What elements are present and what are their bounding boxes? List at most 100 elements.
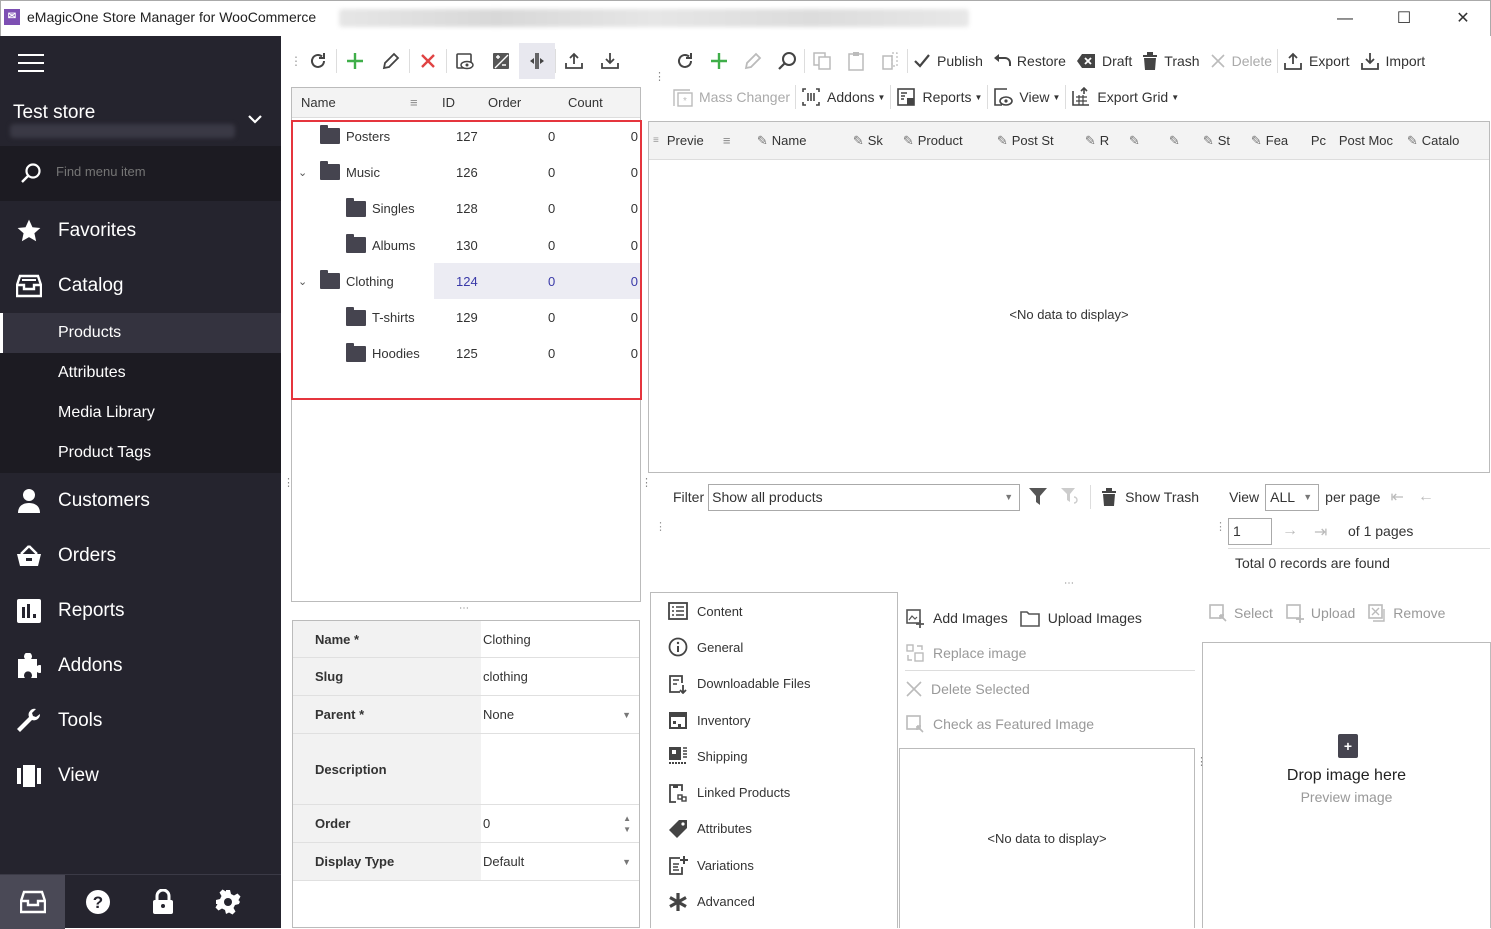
copy-button[interactable]	[805, 43, 839, 79]
show-trash-button[interactable]: Show Trash	[1101, 488, 1199, 506]
column-header-preview[interactable]: Previe	[667, 133, 723, 148]
sidebar-subitem-media-library[interactable]: Media Library	[0, 393, 281, 433]
column-header-name[interactable]: ✎ Name	[757, 133, 853, 149]
split-button[interactable]	[519, 43, 555, 79]
column-header-name[interactable]: Name	[292, 95, 410, 110]
add-button[interactable]	[702, 43, 736, 79]
tab-shipping[interactable]: Shipping	[651, 738, 897, 774]
tab-linked-products[interactable]: Linked Products	[651, 774, 897, 810]
column-header-featured[interactable]: ✎ Fea	[1251, 133, 1311, 149]
sort-icon[interactable]: ≡	[410, 95, 442, 110]
column-header-order[interactable]: Order	[488, 95, 568, 110]
sidebar-item-tools[interactable]: Tools	[0, 693, 281, 748]
duplicate-button[interactable]	[873, 43, 907, 79]
sidebar-item-customers[interactable]: Customers	[0, 473, 281, 528]
sidebar-item-addons[interactable]: Addons	[0, 638, 281, 693]
column-header-pc[interactable]: Pc	[1311, 133, 1339, 148]
column-header-stock[interactable]: ✎ St	[1203, 133, 1251, 149]
store-name[interactable]: Test store	[13, 102, 95, 124]
column-header-sku[interactable]: ✎ Sk	[853, 133, 903, 149]
parent-dropdown[interactable]: None ▼	[481, 696, 639, 733]
clear-filter-icon[interactable]	[1060, 486, 1080, 509]
export-grid-dropdown[interactable]: Export Grid ▼	[1066, 82, 1184, 112]
refresh-button[interactable]	[668, 43, 702, 79]
export-button[interactable]: Export	[1278, 46, 1354, 76]
search-button[interactable]	[770, 43, 804, 79]
description-field[interactable]	[481, 734, 639, 804]
toolbar-grip[interactable]: ⋮	[655, 520, 666, 533]
splitter-grip[interactable]: ⋮	[641, 476, 652, 489]
sidebar-item-orders[interactable]: Orders	[0, 528, 281, 583]
column-header-post-modified[interactable]: Post Moc	[1339, 133, 1407, 148]
per-page-dropdown[interactable]: ALL ▼	[1265, 483, 1320, 511]
column-header-post-status[interactable]: ✎ Post St	[997, 133, 1085, 149]
check-featured-image-button[interactable]: Check as Featured Image	[905, 706, 1195, 741]
import-button[interactable]	[592, 43, 628, 79]
tab-variations[interactable]: Variations	[651, 847, 897, 883]
sidebar-item-reports[interactable]: Reports	[0, 583, 281, 638]
mass-changer-button[interactable]: * Mass Changer	[668, 82, 795, 112]
splitter-grip[interactable]: ⋯	[1064, 578, 1074, 589]
toolbar-grip[interactable]: ⋮	[654, 70, 665, 83]
maximize-button[interactable]: ☐	[1384, 7, 1424, 31]
spinner-arrows-icon[interactable]: ▲ ▼	[623, 813, 631, 835]
edit-button[interactable]	[736, 43, 770, 79]
tab-general[interactable]: General	[651, 629, 897, 665]
column-header-6[interactable]: ✎	[1129, 133, 1169, 149]
next-page-icon[interactable]: →	[1282, 522, 1298, 540]
filter-icon[interactable]	[1028, 486, 1048, 509]
hamburger-icon[interactable]	[18, 54, 44, 74]
addons-dropdown[interactable]: Addons ▼	[796, 82, 890, 112]
catalog-footer-button[interactable]	[0, 875, 65, 929]
image-drop-zone[interactable]: + Drop image here Preview image	[1202, 642, 1491, 928]
settings-button[interactable]	[195, 875, 260, 929]
sidebar-subitem-attributes[interactable]: Attributes	[0, 353, 281, 393]
filter-dropdown[interactable]: Show all products ▼	[708, 483, 1021, 511]
display-type-dropdown[interactable]: Default ▼	[481, 843, 639, 880]
preview-button[interactable]	[447, 43, 483, 79]
add-button[interactable]	[337, 43, 373, 79]
column-header-count[interactable]: Count	[568, 95, 628, 110]
chevron-down-icon[interactable]	[247, 108, 263, 129]
sidebar-item-view[interactable]: View	[0, 748, 281, 803]
name-field[interactable]: Clothing	[481, 621, 639, 657]
tab-advanced[interactable]: Advanced	[651, 883, 897, 919]
column-header-product-type[interactable]: ✎ Product	[903, 133, 997, 149]
last-page-icon[interactable]: ⇥	[1314, 522, 1327, 542]
edit-button[interactable]	[373, 43, 409, 79]
toolbar-grip[interactable]: ⋮	[290, 54, 302, 68]
delete-button[interactable]	[410, 43, 446, 79]
toolbar-grip[interactable]: ⋮	[1215, 520, 1226, 533]
minimize-button[interactable]: —	[1325, 7, 1365, 31]
lock-button[interactable]	[130, 875, 195, 929]
tab-attributes[interactable]: Attributes	[651, 811, 897, 847]
page-number-input[interactable]: 1	[1228, 518, 1272, 545]
column-header-7[interactable]: ✎	[1169, 133, 1203, 149]
column-chooser-icon[interactable]: ≡	[653, 135, 659, 146]
remove-image-button[interactable]: Remove	[1367, 603, 1445, 623]
delete-selected-button[interactable]: Delete Selected	[905, 671, 1195, 706]
import-button[interactable]: Import	[1355, 46, 1431, 76]
expand-collapse-button[interactable]	[483, 43, 519, 79]
sidebar-item-catalog[interactable]: Catalog	[0, 258, 281, 313]
tab-downloadable-files[interactable]: Downloadable Files	[651, 666, 897, 702]
select-image-button[interactable]: Select	[1208, 603, 1273, 623]
tab-content[interactable]: Content	[651, 593, 897, 629]
prev-page-icon[interactable]: ←	[1418, 488, 1434, 506]
first-page-icon[interactable]: ⇤	[1390, 487, 1403, 507]
view-dropdown[interactable]: View ▼	[988, 82, 1065, 112]
paste-button[interactable]	[839, 43, 873, 79]
draft-button[interactable]: Draft	[1071, 46, 1137, 76]
sidebar-item-favorites[interactable]: Favorites	[0, 203, 281, 258]
trash-button[interactable]: Trash	[1137, 46, 1204, 76]
sort-icon[interactable]: ≡	[723, 133, 757, 148]
help-button[interactable]: ?	[65, 875, 130, 929]
delete-button[interactable]: Delete	[1205, 46, 1277, 76]
replace-image-button[interactable]: Replace image	[905, 635, 1195, 670]
splitter-grip[interactable]: ⋮	[283, 476, 294, 489]
column-header-catalog[interactable]: ✎ Catalo	[1407, 133, 1477, 149]
order-spinner[interactable]: 0 ▲ ▼	[481, 805, 639, 842]
tab-inventory[interactable]: Inventory	[651, 702, 897, 738]
sidebar-subitem-product-tags[interactable]: Product Tags	[0, 433, 281, 473]
column-header-r[interactable]: ✎ R	[1085, 133, 1129, 149]
